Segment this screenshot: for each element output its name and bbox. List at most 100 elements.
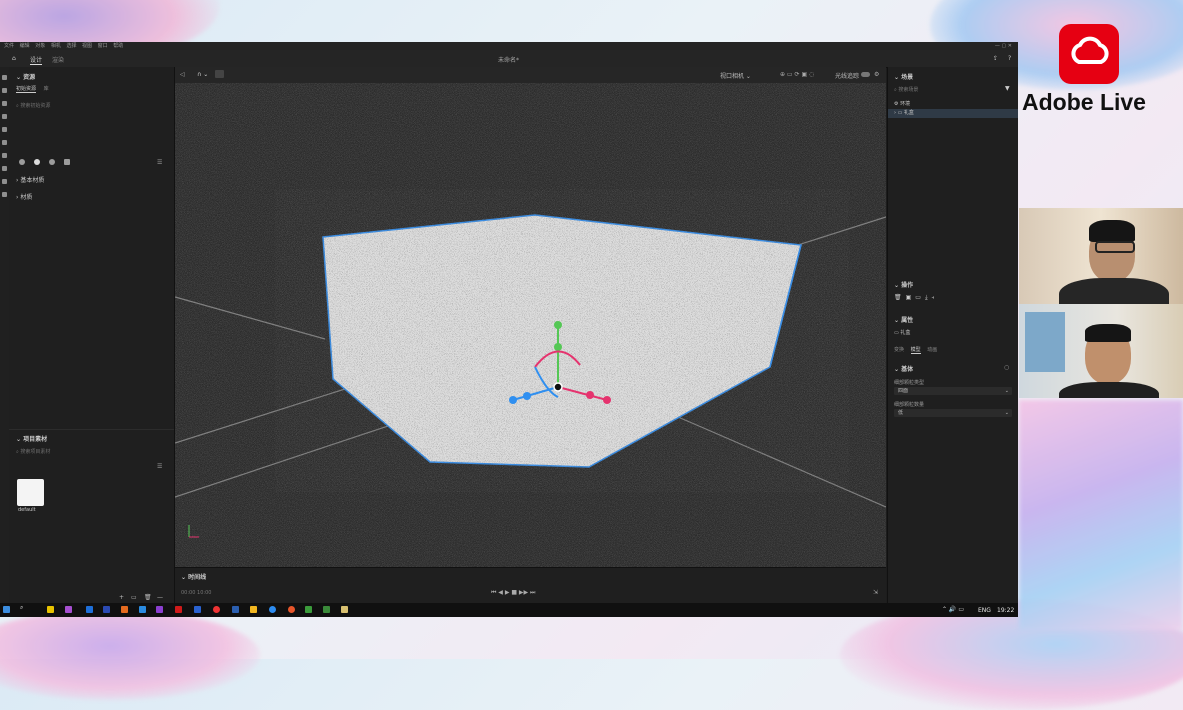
tray-icons[interactable]: ⌃ 🔊 ▭: [942, 606, 964, 613]
app-icon[interactable]: [269, 606, 276, 613]
field1-label: 细部颗粒类型: [894, 380, 925, 386]
paint-tool-icon[interactable]: [2, 166, 7, 171]
snap-tool-icon[interactable]: [2, 127, 7, 132]
menu-camera[interactable]: 相机: [51, 43, 61, 49]
viewport-tools-icons[interactable]: ⊕ ▭ ⟳ ▣ ◌: [780, 71, 814, 78]
taskbar-clock[interactable]: 19:22: [997, 607, 1014, 614]
scene-panel: ⌄ 场景 ⌕ 搜索场景 ▼ ⚙ 环境 › ▭ 礼盒 ⌄ 操作 🗑▣▭⤓⫞ ⌄ 属…: [887, 67, 1018, 607]
project-list-view-icon[interactable]: ☰: [157, 463, 162, 470]
decor-swirl-bottomleft: [0, 610, 260, 700]
scale-tool-icon[interactable]: [2, 114, 7, 119]
scene-render: [175, 67, 886, 567]
models-filter-icon[interactable]: [19, 159, 25, 165]
assets-subtabs: 初始资源 库: [16, 85, 49, 93]
zoom-tool-icon[interactable]: [2, 192, 7, 197]
raytrace-toggle[interactable]: [861, 72, 870, 77]
playback-controls[interactable]: ⏮ ◀ ▶ ■ ▶▶ ⏭: [491, 589, 535, 597]
filter-icon[interactable]: ▼: [1005, 85, 1010, 92]
material-name: default: [18, 507, 36, 513]
app-icon[interactable]: [194, 606, 201, 613]
add-asset-icon[interactable]: +: [119, 594, 124, 601]
app-icon[interactable]: [47, 606, 54, 613]
field2-select[interactable]: 低 ⌄: [894, 409, 1012, 417]
app-icon[interactable]: [305, 606, 312, 613]
assets-title: ⌄ 资源: [16, 74, 36, 81]
camera-select[interactable]: 视口相机 ⌄: [720, 71, 751, 80]
scene-item-giftbox[interactable]: › ▭ 礼盒: [888, 109, 1018, 118]
magnet-icon[interactable]: ∩ ⌄: [197, 71, 208, 78]
search-icon[interactable]: ⌕: [20, 604, 27, 611]
tab-render[interactable]: 渲染: [52, 55, 64, 64]
app-icon[interactable]: [121, 606, 128, 613]
app-icon[interactable]: [288, 606, 295, 613]
group-materials[interactable]: › 材质: [16, 192, 32, 201]
app-icon[interactable]: [139, 606, 146, 613]
camera-tool-icon[interactable]: [2, 140, 7, 145]
language-indicator[interactable]: ENG: [978, 607, 991, 614]
viewport-toolbar: ◁ ∩ ⌄ 视口相机 ⌄ ⊕ ▭ ⟳ ▣ ◌ 光线追踪 ⚙: [175, 67, 886, 83]
timeline-export-icon[interactable]: ⇲: [873, 589, 878, 596]
menu-select[interactable]: 选择: [66, 43, 76, 49]
section-title: ⌄ 基体: [894, 366, 914, 373]
subtab-library[interactable]: 库: [44, 86, 49, 92]
subtab-starter-assets[interactable]: 初始资源: [16, 86, 37, 93]
lights-filter-icon[interactable]: [48, 159, 55, 165]
collapse-icon[interactable]: ◁: [180, 71, 185, 78]
app-icon[interactable]: [250, 606, 257, 613]
tab-model[interactable]: 模型: [910, 347, 921, 354]
field1-select[interactable]: 四面 ⌄: [894, 387, 1012, 395]
person-shirt: [1059, 382, 1159, 398]
help-icon[interactable]: ?: [1008, 55, 1011, 62]
images-filter-icon[interactable]: [63, 159, 70, 165]
tab-transform[interactable]: 变换: [894, 347, 904, 353]
app-icon[interactable]: [65, 606, 72, 613]
tab-animation[interactable]: 动画: [927, 347, 937, 353]
3d-viewport[interactable]: [175, 67, 886, 567]
menu-edit[interactable]: 编辑: [20, 43, 30, 49]
app-icon[interactable]: [232, 606, 239, 613]
windows-taskbar: ⌕ ⌃ 🔊 ▭ ENG 19:22: [0, 603, 1018, 617]
move-tool-icon[interactable]: [2, 88, 7, 93]
tab-design[interactable]: 设计: [30, 55, 43, 65]
app-icon[interactable]: [103, 606, 110, 613]
app-icon[interactable]: [86, 606, 93, 613]
home-icon[interactable]: ⌂: [12, 55, 16, 62]
material-thumbnail[interactable]: [17, 479, 44, 506]
delete-icon[interactable]: 🗑: [144, 594, 152, 601]
materials-filter-icon[interactable]: [33, 159, 40, 165]
more-icon[interactable]: —: [157, 594, 163, 601]
menu-help[interactable]: 帮助: [113, 43, 123, 49]
scene-title: ⌄ 场景: [894, 74, 914, 81]
menu-file[interactable]: 文件: [4, 43, 14, 49]
scene-search-input[interactable]: ⌕ 搜索场景: [894, 86, 918, 93]
tool-rail: [0, 67, 9, 607]
assets-search-input[interactable]: ⌕ 搜索初始资源: [16, 102, 166, 110]
share-icon[interactable]: ⇪: [993, 55, 998, 62]
project-search-input[interactable]: ⌕ 搜索项目素材: [16, 448, 166, 456]
folder-icon[interactable]: ▭: [131, 594, 137, 601]
substance-3d-stager-window: 文件 编辑 对象 相机 选择 视图 窗口 帮助 — ▢ ✕ ⌂ 设计 渲染 未命…: [0, 42, 1018, 617]
menu-window[interactable]: 窗口: [98, 43, 108, 49]
properties-title: ⌄ 属性: [894, 317, 914, 324]
measure-tool-icon[interactable]: [2, 179, 7, 184]
menu-view[interactable]: 视图: [82, 43, 92, 49]
list-view-icon[interactable]: ☰: [157, 159, 162, 166]
app-icon[interactable]: [175, 606, 182, 613]
group-basic-materials[interactable]: › 基本材质: [16, 175, 44, 184]
folder-app-icon[interactable]: [341, 606, 348, 613]
chrome-icon[interactable]: [213, 606, 220, 613]
scene-item-environment[interactable]: ⚙ 环境: [894, 100, 910, 107]
start-icon[interactable]: [3, 606, 10, 613]
select-tool-icon[interactable]: [2, 75, 7, 80]
gear-icon[interactable]: ⚙: [874, 71, 879, 78]
app-icon[interactable]: [323, 606, 330, 613]
light-tool-icon[interactable]: [2, 153, 7, 158]
menu-object[interactable]: 对象: [35, 43, 45, 49]
webcam-host-1: [1019, 208, 1183, 304]
action-icons[interactable]: 🗑▣▭⤓⫞: [894, 294, 938, 302]
window-controls[interactable]: — ▢ ✕: [995, 42, 1012, 50]
app-icon[interactable]: [156, 606, 163, 613]
reset-icon[interactable]: ○: [1004, 364, 1009, 371]
rotate-tool-icon[interactable]: [2, 101, 7, 106]
frame-icon[interactable]: [215, 70, 224, 78]
